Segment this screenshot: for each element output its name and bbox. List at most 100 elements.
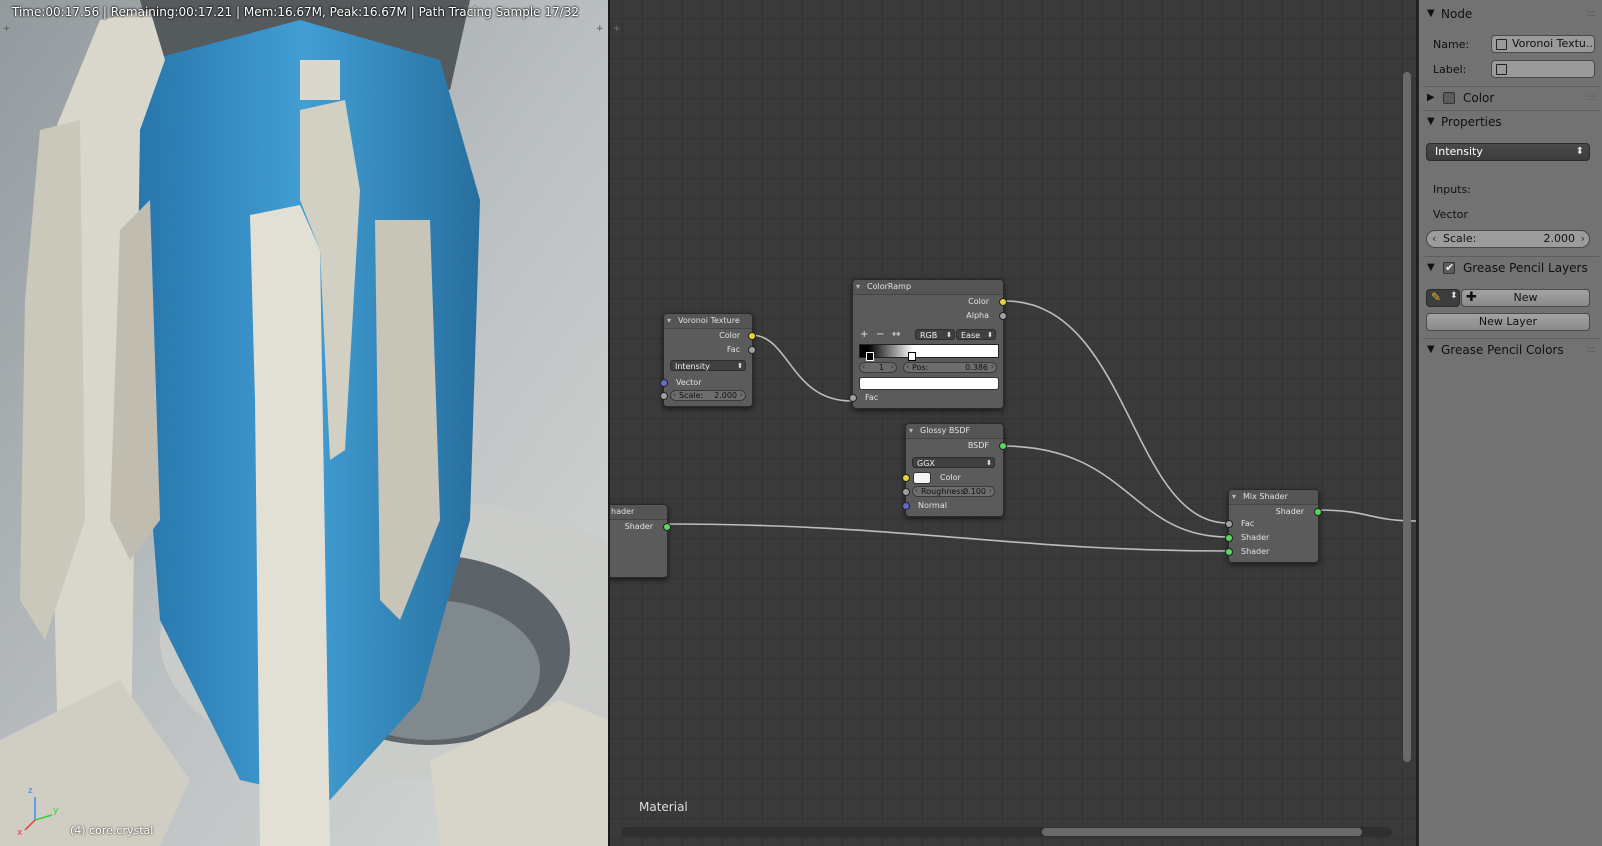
input-normal-socket[interactable] (902, 502, 910, 510)
axis-y-label: y (53, 806, 59, 816)
plus-icon: ✚ (1466, 290, 1477, 305)
scale-value: 2.000 (714, 391, 737, 400)
vector-label: Vector (1433, 208, 1469, 221)
output-shader-label: Shader (1275, 507, 1304, 516)
name-label: Name: (1433, 38, 1470, 51)
input-color-socket[interactable] (902, 474, 910, 482)
axis-x-label: x (17, 828, 23, 838)
inputs-label: Inputs: (1433, 183, 1471, 196)
drag-grip-icon[interactable]: :::: (1587, 339, 1596, 361)
region-corner-icon[interactable]: + (596, 25, 605, 34)
drag-grip-icon[interactable]: :::: (1587, 87, 1596, 109)
mix-shader-node[interactable]: Mix Shader Shader Fac Shader Shader (1225, 489, 1322, 563)
node-icon (1496, 64, 1507, 75)
input-shader-2-label: Shader (1241, 547, 1270, 556)
stop-index-value: 1 (878, 363, 884, 372)
node-tree-label: Material (639, 800, 688, 814)
output-color-socket[interactable] (999, 298, 1007, 306)
horizontal-scrollbar-thumb[interactable] (1042, 828, 1362, 836)
drag-grip-icon[interactable]: :::: (1587, 3, 1596, 25)
stop-color-swatch[interactable] (859, 377, 999, 390)
roughness-value: 0.100 (963, 487, 986, 496)
panel-header-properties[interactable]: ▼ Properties (1419, 111, 1602, 133)
stop-position-field[interactable]: Pos: 0.386 (903, 362, 997, 373)
input-scale-socket[interactable] (660, 392, 668, 400)
pos-label: Pos: (912, 363, 929, 372)
add-stop-button[interactable]: + (860, 329, 868, 340)
vertical-scrollbar[interactable] (1403, 72, 1411, 762)
output-shader-socket[interactable] (663, 523, 671, 531)
distribution-dropdown[interactable]: GGX (912, 457, 995, 469)
panel-title: Properties (1441, 115, 1502, 129)
input-shader-1-socket[interactable] (1225, 534, 1233, 542)
coloring-dropdown[interactable]: Intensity (670, 360, 746, 372)
pencil-icon: ✎ (1431, 290, 1442, 304)
scale-field[interactable]: ‹ Scale: 2.000 › (1426, 230, 1590, 248)
grease-pencil-datablock-selector[interactable]: ✎ ⬍ (1426, 289, 1460, 307)
node-label-field[interactable] (1491, 60, 1595, 78)
panel-header-grease-pencil-colors[interactable]: ▼ Grease Pencil Colors :::: (1419, 339, 1602, 361)
input-fac-socket[interactable] (849, 394, 857, 402)
output-color-socket[interactable] (748, 332, 756, 340)
node-name-field[interactable]: Voronoi Textu... (1491, 35, 1595, 53)
interpolation-dropdown[interactable]: Ease (956, 329, 996, 341)
input-fac-socket[interactable] (1225, 520, 1233, 528)
roughness-field[interactable]: Roughness: 0.100 (912, 486, 995, 497)
flip-ramp-button[interactable]: ↔ (892, 329, 900, 340)
node-title[interactable]: ColorRamp (853, 280, 1003, 295)
new-grease-pencil-button[interactable]: ✚ New (1461, 289, 1590, 307)
panel-header-node[interactable]: ▼ Node :::: (1419, 3, 1602, 25)
expanded-triangle-icon: ▼ (1427, 344, 1435, 355)
input-roughness-socket[interactable] (902, 488, 910, 496)
color-mode-dropdown[interactable]: RGB (915, 329, 955, 341)
panel-title: Grease Pencil Layers (1463, 261, 1588, 275)
node-title[interactable]: hader (610, 505, 667, 520)
voronoi-texture-node[interactable]: Voronoi Texture Color Fac Intensity Vect… (660, 313, 756, 407)
chevron-updown-icon: ⬍ (1450, 291, 1458, 301)
input-fac-label: Fac (1241, 519, 1255, 528)
expanded-triangle-icon: ▼ (1427, 8, 1435, 19)
input-shader-2-socket[interactable] (1225, 548, 1233, 556)
new-layer-button[interactable]: New Layer (1426, 313, 1590, 331)
input-vector-socket[interactable] (660, 379, 668, 387)
input-color-label: Color (940, 473, 961, 482)
output-bsdf-socket[interactable] (999, 442, 1007, 450)
expanded-triangle-icon: ▼ (1427, 262, 1435, 273)
node-title[interactable]: Voronoi Texture (664, 314, 752, 329)
node-title[interactable]: Glossy BSDF (906, 424, 1003, 439)
render-viewport[interactable]: z y x Time:00:17.56 | Remaining:00:17.21… (0, 0, 608, 846)
roughness-label: Roughness: (921, 487, 968, 496)
panel-title: Grease Pencil Colors (1441, 343, 1564, 357)
ramp-stop-handle[interactable] (866, 352, 874, 361)
glossy-bsdf-node[interactable]: Glossy BSDF BSDF GGX Color Roughness: 0.… (902, 423, 1007, 517)
decrement-arrow-icon[interactable]: ‹ (1432, 231, 1436, 247)
panel-title: Node (1441, 7, 1473, 21)
stop-index-field[interactable]: 1 (859, 362, 897, 373)
partial-shader-node[interactable]: hader Shader (610, 504, 671, 578)
output-fac-label: Fac (726, 345, 740, 354)
colorramp-node[interactable]: ColorRamp Color Alpha + − ↔ RGB Ease 1 P… (849, 279, 1007, 409)
panel-header-grease-pencil-layers[interactable]: ▼ ✔ Grease Pencil Layers (1419, 257, 1602, 279)
color-checkbox[interactable] (1443, 92, 1455, 104)
node-icon (1496, 39, 1507, 50)
output-alpha-socket[interactable] (999, 312, 1007, 320)
remove-stop-button[interactable]: − (876, 329, 884, 340)
increment-arrow-icon[interactable]: › (1581, 231, 1585, 247)
scale-field[interactable]: Scale: 2.000 (670, 390, 746, 401)
horizontal-scrollbar[interactable] (622, 827, 1392, 837)
region-corner-icon[interactable]: + (3, 25, 12, 34)
properties-sidebar[interactable]: ▼ Node :::: Name: Voronoi Textu... Label… (1418, 0, 1602, 846)
collapsed-triangle-icon: ▶ (1427, 92, 1435, 103)
gradient-ramp[interactable] (859, 344, 999, 358)
node-links (665, 300, 1416, 552)
color-swatch[interactable] (913, 472, 931, 484)
node-title[interactable]: Mix Shader (1229, 490, 1318, 505)
coloring-dropdown[interactable]: Intensity (1426, 143, 1590, 161)
panel-header-color[interactable]: ▶ Color :::: (1419, 87, 1602, 109)
output-shader-socket[interactable] (1314, 508, 1322, 516)
checkmark-icon: ✔ (1445, 261, 1455, 274)
node-editor[interactable]: + Voronoi Texture Color Fac Intensity Ve… (610, 0, 1416, 846)
ramp-stop-handle-active[interactable] (908, 352, 916, 361)
input-shader-1-label: Shader (1241, 533, 1270, 542)
output-fac-socket[interactable] (748, 346, 756, 354)
